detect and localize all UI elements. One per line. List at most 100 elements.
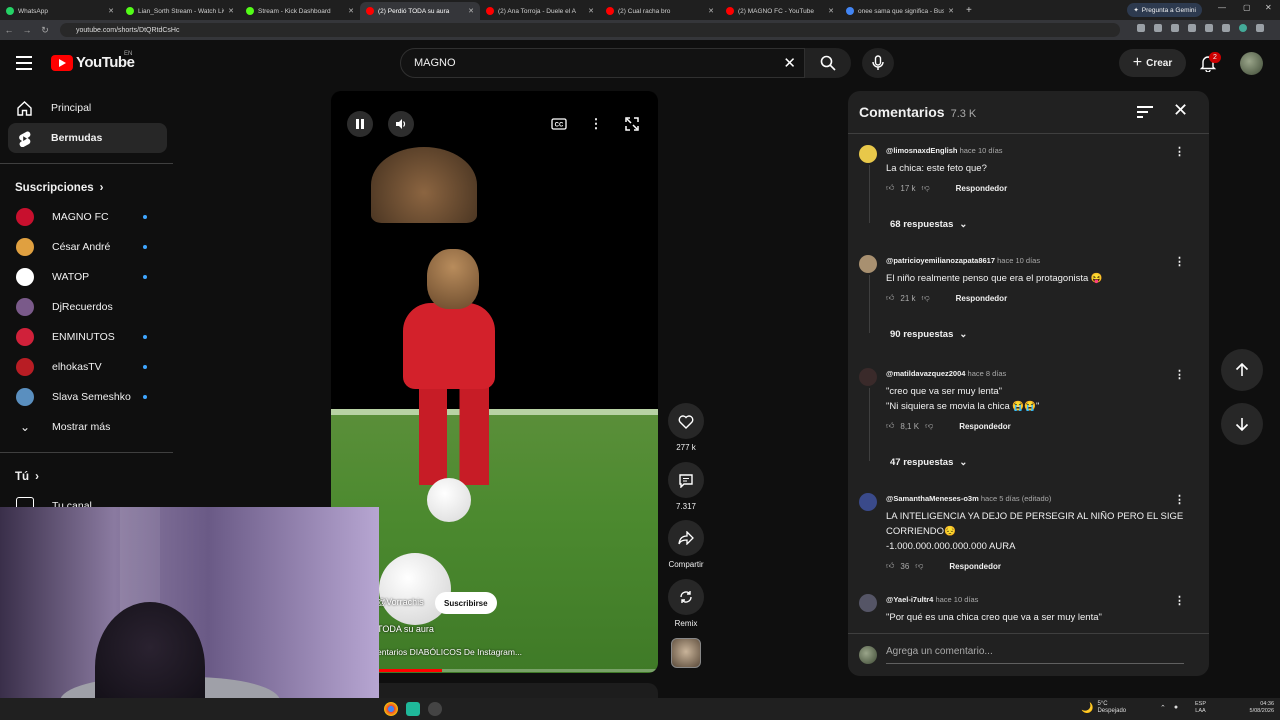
tab-close-icon[interactable]: ✕ xyxy=(588,7,594,15)
subscription-item[interactable]: ENMINUTOS xyxy=(0,322,175,352)
search-input[interactable]: MAGNO ✕ xyxy=(400,48,805,78)
browser-tab[interactable]: (2) Perdió TODA su aura ✕ xyxy=(360,2,480,20)
comment-more-icon[interactable]: ⋮ xyxy=(1174,493,1185,506)
voice-search-button[interactable] xyxy=(862,48,894,78)
player-more-button[interactable]: ⋮ xyxy=(583,111,609,137)
share-button[interactable]: Compartir xyxy=(668,520,704,569)
extensions-icon[interactable] xyxy=(1205,24,1213,32)
hamburger-menu-icon[interactable] xyxy=(16,56,32,70)
profile-icon[interactable] xyxy=(1239,24,1247,32)
view-replies-button[interactable]: 47 respuestas ⌄ xyxy=(890,457,967,468)
browser-tab[interactable]: (2) MAGNO FC - YouTube ✕ xyxy=(720,2,840,20)
tab-close-icon[interactable]: ✕ xyxy=(228,7,234,15)
shorts-player[interactable]: CC ⋮ @Vorrachis Suscribirse TODA su aura… xyxy=(331,91,658,673)
search-button[interactable] xyxy=(805,48,851,78)
you-header[interactable]: Tú › xyxy=(0,463,175,491)
comment-avatar[interactable] xyxy=(859,493,877,511)
obs-taskbar-icon[interactable] xyxy=(428,702,442,716)
app-taskbar-icon[interactable] xyxy=(406,702,420,716)
translate-icon[interactable] xyxy=(1137,24,1145,32)
add-comment-input[interactable]: Agrega un comentario... xyxy=(886,646,993,657)
sort-icon[interactable] xyxy=(1137,106,1153,118)
browser-tab[interactable]: (2) Cual racha bro ✕ xyxy=(600,2,720,20)
subscription-item[interactable]: DjRecuerdos xyxy=(0,292,175,322)
reply-button[interactable]: Respondedor xyxy=(956,294,1008,303)
remix-button[interactable]: Remix xyxy=(668,579,704,628)
subscription-item[interactable]: César André xyxy=(0,232,175,262)
tray-chevron-icon[interactable]: ⌃ xyxy=(1160,704,1166,712)
browser-tab[interactable]: (2) Ana Torroja - Duele el A ✕ xyxy=(480,2,600,20)
thumbs-up-icon[interactable]: 👍︎ xyxy=(886,421,894,431)
volume-button[interactable] xyxy=(388,111,414,137)
tab-close-icon[interactable]: ✕ xyxy=(708,7,714,15)
captions-button[interactable]: CC xyxy=(546,111,572,137)
comment-more-icon[interactable]: ⋮ xyxy=(1174,594,1185,607)
next-short-button[interactable] xyxy=(1221,403,1263,445)
gemini-button[interactable]: ✦ Pregunta a Gemini xyxy=(1127,3,1202,17)
tab-close-icon[interactable]: ✕ xyxy=(468,7,474,15)
previous-short-button[interactable] xyxy=(1221,349,1263,391)
clear-search-icon[interactable]: ✕ xyxy=(783,54,796,72)
comment-avatar[interactable] xyxy=(859,368,877,386)
subscription-item[interactable]: Slava Semeshko xyxy=(0,382,175,412)
next-short-preview[interactable] xyxy=(331,683,658,698)
close-comments-icon[interactable]: ✕ xyxy=(1173,100,1188,121)
tab-close-icon[interactable]: ✕ xyxy=(348,7,354,15)
thumbs-up-icon[interactable]: 👍︎ xyxy=(886,183,894,193)
chrome-taskbar-icon[interactable] xyxy=(384,702,398,716)
weather-widget[interactable]: 🌙 5°C Despejado xyxy=(1081,701,1126,715)
comment-avatar[interactable] xyxy=(859,255,877,273)
view-replies-button[interactable]: 68 respuestas ⌄ xyxy=(890,219,967,230)
tab-close-icon[interactable]: ✕ xyxy=(828,7,834,15)
language-indicator[interactable]: ESP LAA xyxy=(1195,701,1206,715)
menu-icon[interactable] xyxy=(1256,24,1264,32)
subscription-item[interactable]: WATOP xyxy=(0,262,175,292)
zoom-icon[interactable] xyxy=(1154,24,1162,32)
tab-close-icon[interactable]: ✕ xyxy=(108,7,114,15)
taskbar-clock[interactable]: 04:36 5/08/2026 xyxy=(1242,701,1274,715)
reload-icon[interactable]: ↻ xyxy=(36,25,54,36)
comment-more-icon[interactable]: ⋮ xyxy=(1174,368,1185,381)
channel-handle[interactable]: @Vorrachis xyxy=(377,597,424,607)
browser-tab[interactable]: Lian_Sorth Stream - Watch Live ✕ xyxy=(120,2,240,20)
subscription-item[interactable]: MAGNO FC xyxy=(0,202,175,232)
comment-author[interactable]: @SamanthaMeneses-o3m xyxy=(886,494,979,503)
account-avatar[interactable] xyxy=(1240,52,1263,75)
video-sound[interactable]: entarios DIABÓLICOS De Instagram... xyxy=(377,647,522,657)
comment-author[interactable]: @Yael-i7ultr4 xyxy=(886,595,933,604)
show-more-button[interactable]: ⌄ Mostrar más xyxy=(0,412,175,442)
comment-avatar[interactable] xyxy=(859,145,877,163)
comment-more-icon[interactable]: ⋮ xyxy=(1174,145,1185,158)
comments-button[interactable]: 7.317 xyxy=(668,462,704,511)
comment-more-icon[interactable]: ⋮ xyxy=(1174,255,1185,268)
thumbs-down-icon[interactable]: 👎︎ xyxy=(925,421,933,431)
comment-author[interactable]: @limosnaxdEnglish xyxy=(886,146,958,155)
subscription-item[interactable]: elhokasTV xyxy=(0,352,175,382)
sound-thumbnail[interactable] xyxy=(671,638,701,668)
comment-author[interactable]: @matildavazquez2004 xyxy=(886,369,965,378)
browser-tab[interactable]: WhatsApp ✕ xyxy=(0,2,120,20)
like-button[interactable]: 277 k xyxy=(668,403,704,452)
sidepanel-icon[interactable] xyxy=(1222,24,1230,32)
create-button[interactable]: + Crear xyxy=(1119,49,1186,77)
url-field[interactable]: youtube.com/shorts/DtQRtdCsHc xyxy=(60,23,1120,37)
thumbs-down-icon[interactable]: 👎︎ xyxy=(922,293,930,303)
tab-close-icon[interactable]: ✕ xyxy=(948,7,954,15)
new-tab-button[interactable]: + xyxy=(960,5,978,16)
bookmark-icon[interactable] xyxy=(1188,24,1196,32)
fullscreen-button[interactable] xyxy=(619,111,645,137)
sidebar-item-principal[interactable]: Principal xyxy=(8,93,167,123)
subscriptions-header[interactable]: Suscripciones › xyxy=(0,174,175,202)
youtube-logo[interactable]: YouTube EN xyxy=(51,51,135,71)
subscribe-button[interactable]: Suscribirse xyxy=(435,592,497,614)
view-replies-button[interactable]: 90 respuestas ⌄ xyxy=(890,329,967,340)
mic-tray-icon[interactable]: ● xyxy=(1174,704,1178,712)
back-icon[interactable]: ← xyxy=(0,25,18,35)
thumbs-up-icon[interactable]: 👍︎ xyxy=(886,293,894,303)
forward-icon[interactable]: → xyxy=(18,25,36,35)
sidebar-item-bermudas[interactable]: Bermudas xyxy=(8,123,167,153)
comment-avatar[interactable] xyxy=(859,594,877,612)
thumbs-down-icon[interactable]: 👎︎ xyxy=(922,183,930,193)
pause-button[interactable] xyxy=(347,111,373,137)
minimize-icon[interactable]: — xyxy=(1218,3,1226,12)
